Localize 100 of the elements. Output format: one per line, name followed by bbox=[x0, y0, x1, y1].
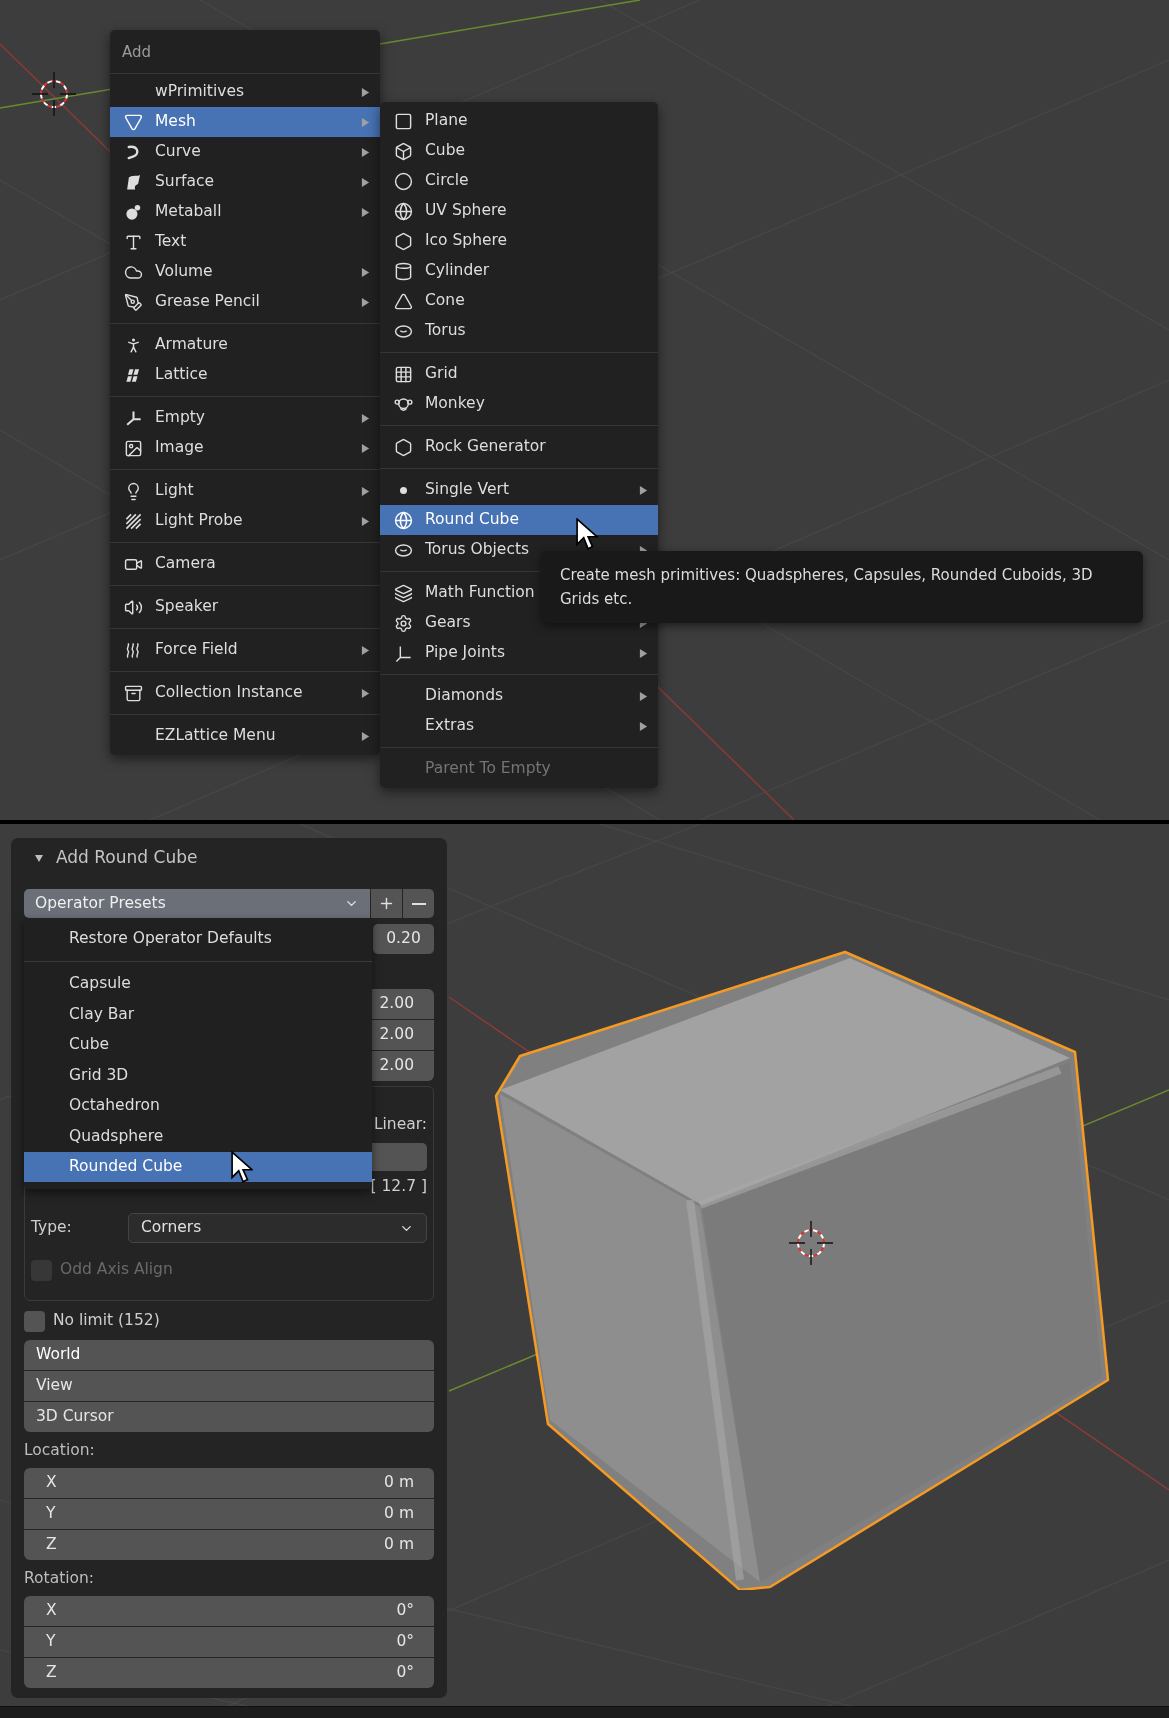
menu-item[interactable]: Torus bbox=[380, 316, 658, 346]
menu-item[interactable]: Grid bbox=[380, 359, 658, 389]
submenu-arrow-icon bbox=[639, 647, 648, 659]
menu-item[interactable]: Metaball bbox=[110, 197, 380, 227]
add-preset-button[interactable] bbox=[371, 889, 403, 918]
menu-item[interactable]: EZLattice Menu bbox=[110, 721, 380, 751]
count-label: [ 12.7 ] bbox=[370, 1176, 427, 1197]
menu-item[interactable]: Cone bbox=[380, 286, 658, 316]
submenu-arrow-icon bbox=[361, 296, 370, 308]
checkbox-label: No limit (152) bbox=[53, 1310, 160, 1332]
rock-icon bbox=[393, 437, 413, 457]
align-option[interactable]: View bbox=[24, 1371, 434, 1401]
field-label: Type: bbox=[31, 1217, 73, 1239]
presets-dropdown[interactable]: Operator Presets bbox=[24, 889, 371, 918]
square-icon bbox=[393, 111, 413, 131]
menu-item[interactable]: Plane bbox=[380, 106, 658, 136]
align-option[interactable]: World bbox=[24, 1340, 434, 1370]
collapse-triangle-icon[interactable] bbox=[34, 853, 44, 863]
menu-item[interactable]: Restore Operator Defaults bbox=[24, 924, 372, 954]
section-label: Location: bbox=[24, 1440, 95, 1462]
menu-item[interactable]: Light Probe bbox=[110, 506, 380, 536]
circle-icon bbox=[393, 171, 413, 191]
menu-item[interactable]: Force Field bbox=[110, 635, 380, 665]
type-dropdown[interactable]: Corners bbox=[128, 1213, 427, 1243]
menu-item[interactable]: Monkey bbox=[380, 389, 658, 419]
number-field[interactable]: Y 0 m bbox=[24, 1499, 434, 1529]
menu-item[interactable]: Single Vert bbox=[380, 475, 658, 505]
menu-item[interactable]: Grease Pencil bbox=[110, 287, 380, 317]
submenu-arrow-icon bbox=[361, 730, 370, 742]
minus-icon bbox=[411, 902, 426, 905]
sphere-icon bbox=[393, 510, 413, 530]
menu-item[interactable]: Camera bbox=[110, 549, 380, 579]
panel-title: Add Round Cube bbox=[56, 846, 198, 870]
submenu-arrow-icon bbox=[361, 644, 370, 656]
submenu-arrow-icon bbox=[361, 146, 370, 158]
checkbox[interactable] bbox=[24, 1310, 45, 1332]
pen-icon bbox=[123, 292, 143, 312]
tooltip: Create mesh primitives: Quadspheres, Capsules, Rounded Cuboids, 3D Grids etc. bbox=[541, 551, 1143, 623]
menu-item[interactable]: Cylinder bbox=[380, 256, 658, 286]
submenu-arrow-icon bbox=[361, 176, 370, 188]
cone-icon bbox=[393, 291, 413, 311]
submenu-arrow-icon bbox=[361, 86, 370, 98]
menu-item[interactable]: Mesh bbox=[110, 107, 380, 137]
number-field[interactable]: Z 0 m bbox=[24, 1530, 434, 1560]
menu-item[interactable]: UV Sphere bbox=[380, 196, 658, 226]
remove-preset-button[interactable] bbox=[403, 889, 434, 918]
number-field[interactable]: X 0 m bbox=[24, 1468, 434, 1498]
triangle-icon bbox=[123, 112, 143, 132]
submenu-arrow-icon bbox=[361, 412, 370, 424]
submenu-arrow-icon bbox=[361, 515, 370, 527]
section-label: Rotation: bbox=[24, 1568, 95, 1590]
archive-icon bbox=[123, 683, 143, 703]
menu-item[interactable]: wPrimitives bbox=[110, 77, 380, 107]
menu-item[interactable]: Extras bbox=[380, 711, 658, 741]
grid-icon bbox=[393, 364, 413, 384]
pipe-axes-icon bbox=[393, 643, 413, 663]
menu-item[interactable]: Round Cube bbox=[380, 505, 658, 535]
menu-item[interactable]: Surface bbox=[110, 167, 380, 197]
menu-item[interactable]: Ico Sphere bbox=[380, 226, 658, 256]
number-field[interactable]: Y 0° bbox=[24, 1627, 434, 1657]
menu-item[interactable]: Lattice bbox=[110, 360, 380, 390]
cube-icon bbox=[393, 141, 413, 161]
menu-item[interactable]: Collection Instance bbox=[110, 678, 380, 708]
submenu-arrow-icon bbox=[361, 687, 370, 699]
menu-item[interactable]: Armature bbox=[110, 330, 380, 360]
menu-item[interactable]: Curve bbox=[110, 137, 380, 167]
number-field[interactable]: Z 0° bbox=[24, 1658, 434, 1688]
menu-item[interactable]: Clay Bar bbox=[24, 999, 372, 1029]
menu-item[interactable]: Volume bbox=[110, 257, 380, 287]
menu-item[interactable]: Rock Generator bbox=[380, 432, 658, 462]
menu-item[interactable]: Cube bbox=[24, 1030, 372, 1060]
menu-item[interactable]: Grid 3D bbox=[24, 1060, 372, 1090]
metaball-icon bbox=[123, 202, 143, 222]
submenu-arrow-icon bbox=[361, 206, 370, 218]
menu-item[interactable]: Light bbox=[110, 476, 380, 506]
number-field[interactable]: 0.20 bbox=[373, 924, 434, 954]
submenu-arrow-icon bbox=[639, 484, 648, 496]
cylinder-icon bbox=[393, 261, 413, 281]
hatched-icon bbox=[123, 511, 143, 531]
number-field[interactable]: X 0° bbox=[24, 1596, 434, 1626]
dot-icon bbox=[399, 486, 407, 494]
menu-item[interactable]: Rounded Cube bbox=[24, 1152, 372, 1182]
menu-item[interactable]: Octahedron bbox=[24, 1091, 372, 1121]
3d-cursor-icon bbox=[788, 1220, 834, 1266]
menu-item[interactable]: Text bbox=[110, 227, 380, 257]
menu-item[interactable]: Image bbox=[110, 433, 380, 463]
checkbox-label: Odd Axis Align bbox=[60, 1259, 173, 1281]
menu-item[interactable]: Circle bbox=[380, 166, 658, 196]
gear-icon bbox=[393, 613, 413, 633]
menu-item[interactable]: Speaker bbox=[110, 592, 380, 622]
submenu-arrow-icon bbox=[639, 720, 648, 732]
letter-icon bbox=[123, 232, 143, 252]
menu-item[interactable]: Cube bbox=[380, 136, 658, 166]
align-option[interactable]: 3D Cursor bbox=[24, 1402, 434, 1432]
menu-item[interactable]: Diamonds bbox=[380, 681, 658, 711]
submenu-arrow-icon bbox=[639, 690, 648, 702]
menu-item[interactable]: Pipe Joints bbox=[380, 638, 658, 668]
menu-item[interactable]: Empty bbox=[110, 403, 380, 433]
menu-item[interactable]: Quadsphere bbox=[24, 1121, 372, 1151]
menu-item[interactable]: Capsule bbox=[24, 969, 372, 999]
